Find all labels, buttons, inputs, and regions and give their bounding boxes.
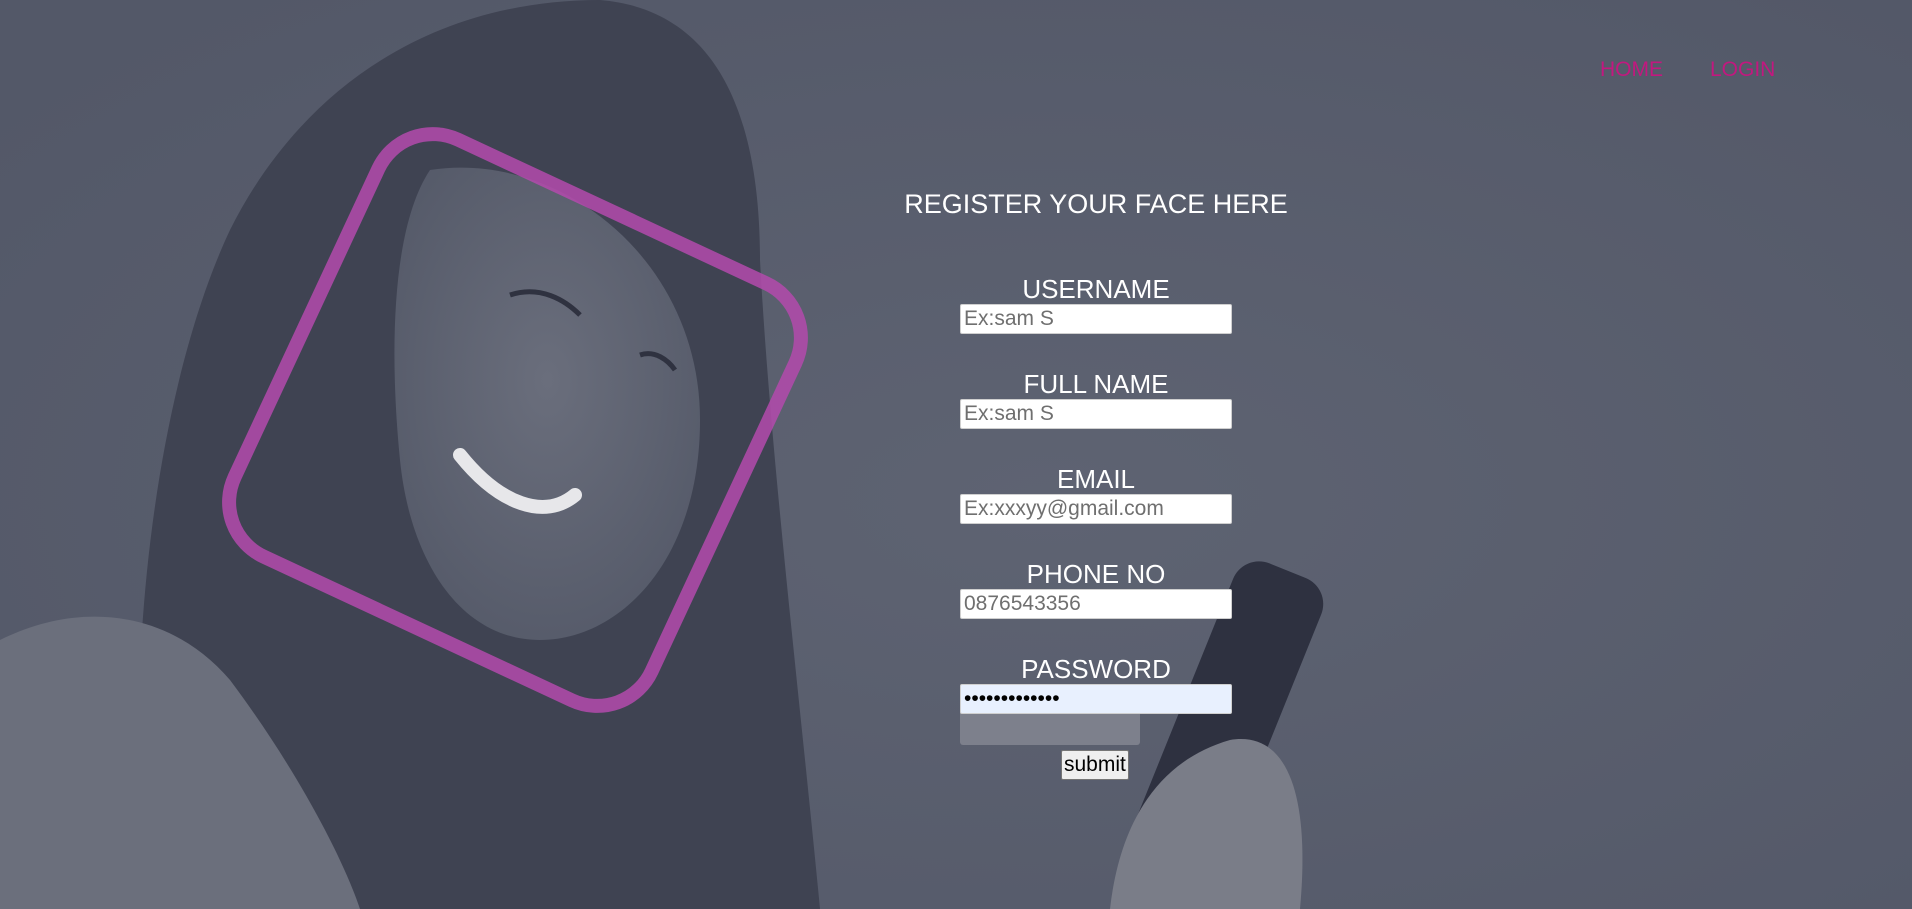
email-field-group: EMAIL (960, 464, 1232, 524)
email-input[interactable] (960, 494, 1232, 524)
phone-label: PHONE NO (1026, 559, 1166, 589)
top-nav: HOME LOGIN (1600, 58, 1775, 82)
username-input[interactable] (960, 304, 1232, 334)
nav-home-link[interactable]: HOME (1600, 58, 1663, 82)
phone-field-group: PHONE NO (960, 559, 1232, 619)
password-field-group: PASSWORD (960, 654, 1232, 714)
phone-input[interactable] (960, 589, 1232, 619)
fullname-label: FULL NAME (1023, 369, 1169, 399)
fullname-input[interactable] (960, 399, 1232, 429)
email-label: EMAIL (1056, 464, 1136, 494)
nav-login-link[interactable]: LOGIN (1710, 58, 1775, 82)
page-title: REGISTER YOUR FACE HERE (904, 189, 1288, 219)
register-page: HOME LOGIN REGISTER YOUR FACE HERE USERN… (0, 0, 1912, 909)
password-label: PASSWORD (1021, 654, 1171, 684)
background-photo (0, 0, 1912, 909)
password-input[interactable] (960, 684, 1232, 714)
submit-button[interactable]: submit (1061, 750, 1129, 780)
username-field-group: USERNAME (960, 274, 1232, 334)
fullname-field-group: FULL NAME (960, 369, 1232, 429)
username-label: USERNAME (1022, 274, 1170, 304)
